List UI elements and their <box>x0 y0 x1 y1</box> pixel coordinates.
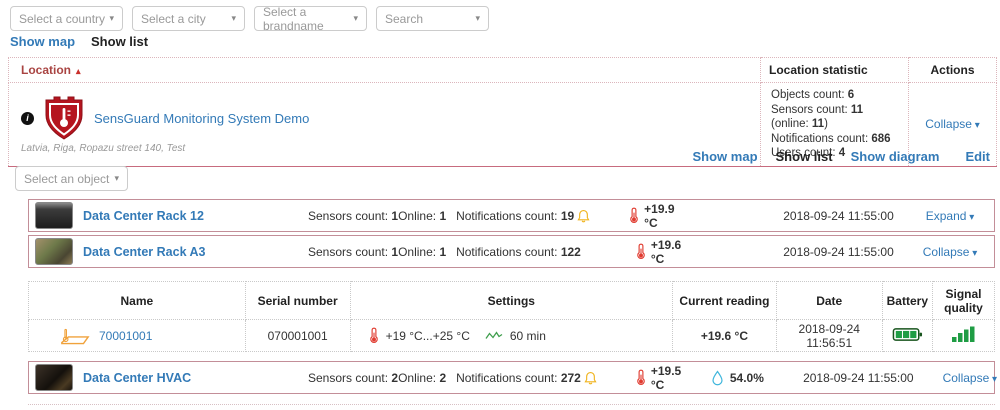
last-update-date: 2018-09-24 11:55:00 <box>771 245 906 259</box>
signal-strength-icon <box>952 326 976 342</box>
sensors-count: 1 <box>391 245 398 259</box>
humidity-drop-icon <box>711 370 724 386</box>
sort-asc-icon <box>76 66 81 76</box>
online-count: 1 <box>439 209 446 223</box>
edit-link[interactable]: Edit <box>965 149 990 164</box>
city-select[interactable]: Select a city <box>132 6 245 31</box>
sensor-serial: 070001001 <box>245 320 350 352</box>
bell-icon <box>583 370 598 386</box>
object-row-rackA3: Data Center Rack A3 Sensors count: 1 Onl… <box>28 235 995 268</box>
search-select-placeholder: Search <box>385 12 423 26</box>
location-name-link[interactable]: SensGuard Monitoring System Demo <box>94 111 309 126</box>
sensor-device-icon <box>59 326 91 346</box>
signal-column-header: Signal quality <box>933 282 995 320</box>
location-address: Latvia, Riga, Ropazu street 140, Test <box>21 143 748 154</box>
object-name-link[interactable]: Data Center Rack 12 <box>83 209 308 223</box>
sensors-count: 2 <box>391 371 398 385</box>
chart-zigzag-icon <box>485 330 503 342</box>
collapse-link[interactable]: Collapse <box>923 245 978 259</box>
location-statistic-column-header: Location statistic <box>761 58 909 83</box>
sensor-table-header-row: Name Serial number Settings Current read… <box>29 282 995 320</box>
thermometer-icon <box>636 243 646 260</box>
name-column-header: Name <box>29 282 246 320</box>
battery-icon <box>892 327 923 342</box>
reading-column-header: Current reading <box>673 282 777 320</box>
show-list-link-2[interactable]: Show list <box>776 149 833 164</box>
actions-column-header: Actions <box>909 58 997 83</box>
brandname-select-placeholder: Select a brandname <box>263 5 353 33</box>
object-select-placeholder: Select an object <box>24 172 109 186</box>
city-select-placeholder: Select a city <box>141 12 206 26</box>
temperature-range-setting: +19 °C...+25 °C <box>386 329 470 343</box>
interval-setting: 60 min <box>510 329 546 343</box>
show-list-link[interactable]: Show list <box>91 34 148 49</box>
online-count: 1 <box>439 245 446 259</box>
sensor-date: 2018-09-24 11:56:51 <box>776 320 882 352</box>
sensguard-shield-logo <box>43 95 85 141</box>
expand-link[interactable]: Expand <box>926 209 975 223</box>
current-reading: +19.6 °C <box>673 320 777 352</box>
thermometer-icon <box>629 207 639 224</box>
view-switcher: Show map Show list <box>10 34 148 49</box>
online-count: 2 <box>439 371 446 385</box>
object-name-link[interactable]: Data Center HVAC <box>83 371 308 385</box>
serial-column-header: Serial number <box>245 282 350 320</box>
show-map-link[interactable]: Show map <box>10 34 75 49</box>
temperature-value: +19.9 °C <box>644 202 689 230</box>
object-rows: Data Center Rack 12 Sensors count: 1 Onl… <box>28 199 995 394</box>
notifications-count: 122 <box>561 245 581 259</box>
sensors-count: 1 <box>391 209 398 223</box>
location-collapse-link[interactable]: Collapse <box>925 117 980 131</box>
search-select[interactable]: Search <box>376 6 489 31</box>
notifications-count: 272 <box>561 371 581 385</box>
country-select[interactable]: Select a country <box>10 6 123 31</box>
next-row-divider <box>28 404 995 405</box>
show-diagram-link[interactable]: Show diagram <box>851 149 940 164</box>
sensor-table: Name Serial number Settings Current read… <box>28 281 995 352</box>
filter-bar: Select a country Select a city Select a … <box>10 6 489 31</box>
date-column-header: Date <box>776 282 882 320</box>
chevron-down-icon <box>114 174 119 183</box>
temperature-value: +19.5 °C <box>651 364 696 392</box>
chevron-down-icon <box>109 14 114 23</box>
thermometer-icon <box>636 369 646 386</box>
object-thumbnail[interactable] <box>35 202 73 229</box>
object-row-rack12: Data Center Rack 12 Sensors count: 1 Onl… <box>28 199 995 232</box>
humidity-value: 54.0% <box>730 371 764 385</box>
notifications-count: 19 <box>561 209 574 223</box>
sensor-row: 70001001 070001001 +19 °C...+25 °C 60 mi… <box>29 320 995 352</box>
chevron-down-icon <box>231 14 236 23</box>
bell-icon <box>576 208 591 224</box>
last-update-date: 2018-09-24 11:55:00 <box>771 209 906 223</box>
info-icon[interactable] <box>21 112 34 125</box>
page: Select a country Select a city Select a … <box>0 0 1000 410</box>
country-select-placeholder: Select a country <box>19 12 105 26</box>
show-map-link-2[interactable]: Show map <box>693 149 758 164</box>
object-select[interactable]: Select an object <box>15 166 128 191</box>
location-column-header[interactable]: Location <box>9 58 761 83</box>
chevron-down-icon <box>475 14 480 23</box>
temperature-value: +19.6 °C <box>651 238 696 266</box>
battery-column-header: Battery <box>882 282 932 320</box>
location-table-header-row: Location Location statistic Actions <box>9 58 997 83</box>
object-row-hvac: Data Center HVAC Sensors count: 2 Online… <box>28 361 995 394</box>
settings-column-header: Settings <box>350 282 672 320</box>
object-thumbnail[interactable] <box>35 364 73 391</box>
collapse-link[interactable]: Collapse <box>943 371 998 385</box>
object-thumbnail[interactable] <box>35 238 73 265</box>
chevron-down-icon <box>353 14 358 23</box>
thermometer-icon <box>369 327 379 344</box>
object-name-link[interactable]: Data Center Rack A3 <box>83 245 308 259</box>
object-view-switcher: Show map Show list Show diagram Edit <box>693 149 991 164</box>
sensor-name-link[interactable]: 70001001 <box>99 329 152 343</box>
brandname-select[interactable]: Select a brandname <box>254 6 367 31</box>
last-update-date: 2018-09-24 11:55:00 <box>791 371 926 385</box>
